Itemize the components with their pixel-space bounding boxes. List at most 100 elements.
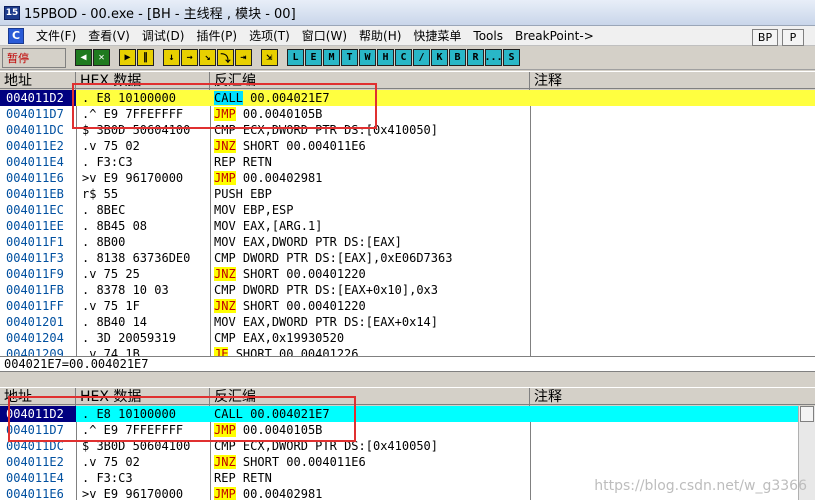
menu-item[interactable]: 窗口(W): [296, 27, 353, 44]
menu-item[interactable]: 插件(P): [190, 27, 243, 44]
table-row[interactable]: 00401201 . 8B40 14 MOV EAX,DWORD PTR DS:[E…: [0, 314, 815, 330]
hex-cell: . F3:C3: [82, 155, 133, 169]
table-row[interactable]: 004011E6 >v E9 96170000 JMP 00.00402981: [0, 486, 798, 500]
disasm-cell: REP RETN: [210, 154, 530, 170]
address-cell: 004011F9: [6, 267, 64, 281]
info-line: 004021E7=00.004021E7: [0, 356, 815, 372]
menu-item[interactable]: 文件(F): [30, 27, 82, 44]
col-comment[interactable]: 注释: [530, 72, 815, 90]
window-button[interactable]: M: [323, 49, 340, 66]
table-row[interactable]: 004011D2 . E8 10100000 CALL 00.004021E7: [0, 406, 798, 422]
hex-cell: .v 75 02: [82, 455, 140, 469]
table-row[interactable]: 004011E4 . F3:C3 REP RETN: [0, 470, 798, 486]
address-cell: 004011E4: [6, 471, 64, 485]
operand: ECX,DWORD PTR DS:[0x410050]: [242, 439, 438, 453]
col-hex[interactable]: HEX 数据: [76, 388, 210, 406]
window-button[interactable]: K: [431, 49, 448, 66]
operand: 00.0040105B: [242, 423, 323, 437]
col-disasm[interactable]: 反汇编: [210, 72, 530, 90]
table-row[interactable]: 004011DC $ 3B0D 50604100 CMP ECX,DWORD PTR…: [0, 438, 798, 454]
disasm-cell: CMP DWORD PTR DS:[EAX],0xE06D7363: [210, 250, 530, 266]
window-button[interactable]: H: [377, 49, 394, 66]
col-address[interactable]: 地址: [0, 388, 76, 406]
window-button[interactable]: S: [503, 49, 520, 66]
window-button[interactable]: C: [395, 49, 412, 66]
window-title: 15PBOD - 00.exe - [BH - 主线程 , 模块 - 00]: [24, 7, 296, 22]
table-row[interactable]: 004011F1 . 8B00 MOV EAX,DWORD PTR DS:[EAX]: [0, 234, 815, 250]
window-button[interactable]: E: [305, 49, 322, 66]
address-cell: 004011D2: [0, 90, 76, 106]
bottom-disasm-list[interactable]: 004011D2. E8 10100000 CALL 00.004021E7 004…: [0, 406, 798, 500]
window-button[interactable]: B: [449, 49, 466, 66]
step-into-icon[interactable]: ↓: [163, 49, 180, 66]
table-row[interactable]: 004011DC $ 3B0D 50604100 CMP ECX,DWORD PTR…: [0, 122, 815, 138]
disasm-cell: JNZ SHORT 00.004011E6: [210, 454, 530, 470]
disasm-cell: REP RETN: [210, 470, 530, 486]
execute-till-return-icon[interactable]: ⇥: [235, 49, 252, 66]
window-button[interactable]: /: [413, 49, 430, 66]
operand: EBP: [250, 187, 272, 201]
operand: SHORT 00.00401220: [242, 267, 366, 281]
col-disasm[interactable]: 反汇编: [210, 388, 530, 406]
table-row[interactable]: 004011EB r$ 55 PUSH EBP: [0, 186, 815, 202]
window-button[interactable]: R: [467, 49, 484, 66]
window-button[interactable]: L: [287, 49, 304, 66]
table-row[interactable]: 00401204 . 3D 20059319 CMP EAX,0x19930520: [0, 330, 815, 346]
table-row[interactable]: 004011E4 . F3:C3 REP RETN: [0, 154, 815, 170]
col-address[interactable]: 地址: [0, 72, 76, 90]
table-row[interactable]: 004011EC . 8BEC MOV EBP,ESP: [0, 202, 815, 218]
col-hex[interactable]: HEX 数据: [76, 72, 210, 90]
step-over-icon[interactable]: →: [181, 49, 198, 66]
menu-item[interactable]: 查看(V): [82, 27, 136, 44]
bp-button[interactable]: BP: [752, 29, 778, 46]
trace-over-icon[interactable]: ⤵: [217, 49, 234, 66]
table-row[interactable]: 004011F9 .v 75 25 JNZ SHORT 00.00401220: [0, 266, 815, 282]
table-row[interactable]: 004011FF .v 75 1F JNZ SHORT 00.00401220: [0, 298, 815, 314]
menu-item[interactable]: 帮助(H): [353, 27, 407, 44]
hex-cell: .^ E9 7FFEFFFF: [82, 107, 184, 121]
menu-item[interactable]: 选项(T): [243, 27, 296, 44]
table-row[interactable]: 00401209 .v 74 1B JE SHORT 00.00401226: [0, 346, 815, 356]
operand: EAX,DWORD PTR DS:[EAX]: [242, 235, 402, 249]
mnemonic: REP: [214, 471, 236, 485]
trace-into-icon[interactable]: ↘: [199, 49, 216, 66]
pause-icon[interactable]: ∥: [137, 49, 154, 66]
operand: EAX,0x19930520: [242, 331, 345, 345]
table-row[interactable]: 004011FB . 8378 10 03 CMP DWORD PTR DS:[EA…: [0, 282, 815, 298]
window-button[interactable]: ...: [484, 49, 503, 66]
menu-item[interactable]: Tools: [467, 29, 509, 43]
goto-icon[interactable]: ⇲: [261, 49, 278, 66]
col-comment[interactable]: 注释: [530, 388, 815, 406]
run-icon[interactable]: ▶: [119, 49, 136, 66]
comment-cell: [530, 106, 815, 122]
window-button[interactable]: W: [359, 49, 376, 66]
hex-cell: $ 3B0D 50604100: [82, 123, 191, 137]
menu-item[interactable]: BreakPoint->: [509, 29, 600, 43]
mnemonic: JMP: [214, 487, 236, 500]
hex-cell: . 8138 63736DE0: [82, 251, 191, 265]
top-disasm-list[interactable]: 004011D2. E8 10100000 CALL 00.004021E7 004…: [0, 90, 815, 356]
table-row[interactable]: 004011F3 . 8138 63736DE0 CMP DWORD PTR DS:…: [0, 250, 815, 266]
scroll-thumb[interactable]: [800, 406, 814, 422]
table-row[interactable]: 004011D2 . E8 10100000 CALL 00.004021E7: [0, 90, 815, 106]
table-row[interactable]: 004011E2 .v 75 02 JNZ SHORT 00.004011E6: [0, 454, 798, 470]
disasm-cell: JNZ SHORT 00.004011E6: [210, 138, 530, 154]
close-icon[interactable]: ✕: [93, 49, 110, 66]
p-button[interactable]: P: [782, 29, 804, 46]
table-row[interactable]: 004011E2 .v 75 02 JNZ SHORT 00.004011E6: [0, 138, 815, 154]
cpu-window-icon[interactable]: C: [8, 27, 24, 44]
address-cell: 00401209: [6, 347, 64, 356]
table-row[interactable]: 004011D7 .^ E9 7FFEFFFF JMP 00.0040105B: [0, 422, 798, 438]
address-cell: 004011E2: [6, 139, 64, 153]
comment-cell: [530, 438, 798, 454]
menu-item[interactable]: 快捷菜单: [407, 27, 467, 44]
restart-icon[interactable]: ◀: [75, 49, 92, 66]
bottom-scrollbar[interactable]: [798, 406, 815, 500]
hex-cell: r$ 55: [82, 187, 119, 201]
table-row[interactable]: 004011D7 .^ E9 7FFEFFFF JMP 00.0040105B: [0, 106, 815, 122]
table-row[interactable]: 004011EE . 8B45 08 MOV EAX,[ARG.1]: [0, 218, 815, 234]
window-button[interactable]: T: [341, 49, 358, 66]
menu-item[interactable]: 调试(D): [136, 27, 191, 44]
mnemonic: JNZ: [214, 139, 236, 153]
table-row[interactable]: 004011E6 >v E9 96170000 JMP 00.00402981: [0, 170, 815, 186]
